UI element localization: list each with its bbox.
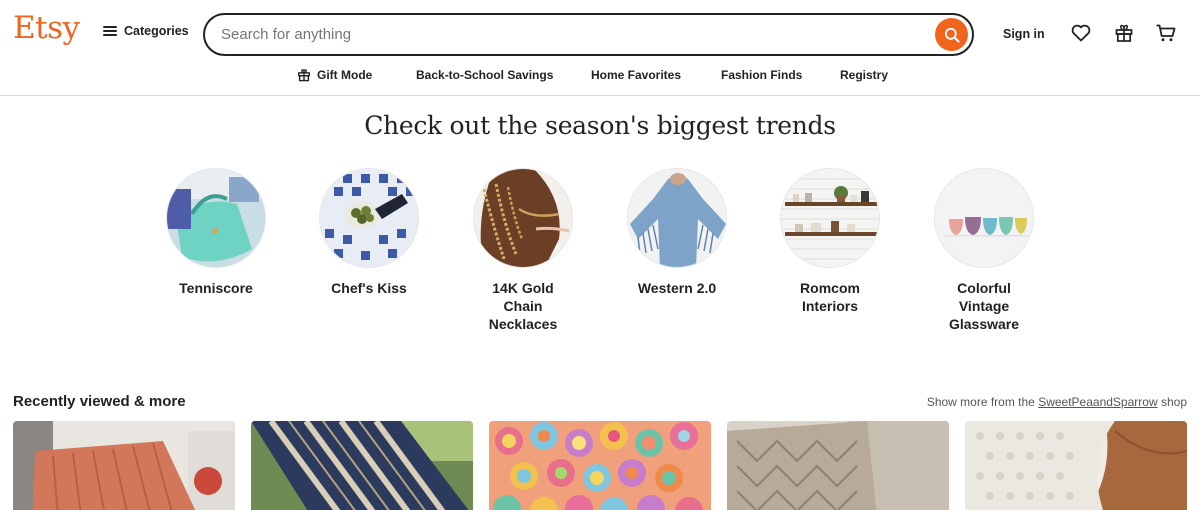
product-image: [965, 421, 1187, 510]
product-image: [727, 421, 949, 510]
shop-link[interactable]: SweetPeaandSparrow: [1038, 395, 1157, 409]
search-button[interactable]: [935, 18, 968, 51]
recently-viewed-heading: Recently viewed & more: [13, 393, 186, 410]
product-tile[interactable]: [489, 421, 711, 510]
product-tile[interactable]: [727, 421, 949, 510]
subnav-fashion-finds[interactable]: Fashion Finds: [721, 68, 802, 82]
sign-in-link[interactable]: Sign in: [1003, 27, 1045, 41]
show-more-suffix: shop: [1160, 395, 1187, 409]
trend-colorful-vintage-glassware[interactable]: Colorful Vintage Glassware: [914, 168, 1054, 333]
product-tile[interactable]: [251, 421, 473, 510]
categories-label: Categories: [124, 24, 189, 38]
trend-romcom-interiors[interactable]: Romcom Interiors: [760, 168, 900, 315]
trend-image: [166, 168, 266, 268]
gift-icon: [298, 69, 310, 82]
product-tile[interactable]: [13, 421, 235, 510]
trend-label: Western 2.0: [637, 280, 717, 296]
cart-icon: [1156, 24, 1176, 42]
trends-heading: Check out the season's biggest trends: [364, 111, 836, 140]
subnav-back-to-school[interactable]: Back-to-School Savings: [416, 68, 553, 82]
product-image: [13, 421, 235, 510]
search-input[interactable]: [221, 26, 901, 43]
subnav-registry[interactable]: Registry: [840, 68, 888, 82]
product-image: [251, 421, 473, 510]
gift-icon: [1115, 24, 1133, 42]
trend-image: [780, 168, 880, 268]
show-more-prefix: Show more from the: [926, 395, 1035, 409]
trend-chefs-kiss[interactable]: Chef's Kiss: [299, 168, 439, 297]
trend-image: [627, 168, 727, 268]
menu-icon: [103, 25, 117, 37]
search-bar: [203, 13, 974, 56]
trend-western[interactable]: Western 2.0: [607, 168, 747, 297]
trend-tenniscore[interactable]: Tenniscore: [146, 168, 286, 297]
trend-label: Colorful Vintage Glassware: [948, 280, 1020, 332]
heart-icon: [1071, 24, 1091, 42]
trend-label: Tenniscore: [179, 280, 253, 296]
subnav-label: Gift Mode: [317, 68, 373, 82]
trend-gold-chain-necklaces[interactable]: 14K Gold Chain Necklaces: [453, 168, 593, 333]
sub-navigation: Gift Mode Back-to-School Savings Home Fa…: [0, 66, 1200, 86]
show-more-text: Show more from the SweetPeaandSparrow sh…: [927, 395, 1187, 409]
trend-image: [319, 168, 419, 268]
subnav-gift-mode[interactable]: Gift Mode: [297, 68, 372, 82]
product-tile[interactable]: [965, 421, 1187, 510]
etsy-logo[interactable]: Etsy: [13, 10, 80, 46]
trend-image: [934, 168, 1034, 268]
cart-button[interactable]: [1155, 22, 1177, 44]
subnav-home-favorites[interactable]: Home Favorites: [591, 68, 681, 82]
gift-button[interactable]: [1113, 22, 1135, 44]
site-header: Etsy Categories Sign in: [0, 0, 1200, 96]
trend-label: Chef's Kiss: [331, 280, 407, 296]
search-icon: [944, 27, 959, 42]
trend-image: [473, 168, 573, 268]
product-image: [489, 421, 711, 510]
trend-label: 14K Gold Chain Necklaces: [488, 280, 558, 332]
favorites-button[interactable]: [1070, 22, 1092, 44]
trend-label: Romcom Interiors: [800, 280, 860, 314]
categories-button[interactable]: Categories: [103, 24, 189, 38]
